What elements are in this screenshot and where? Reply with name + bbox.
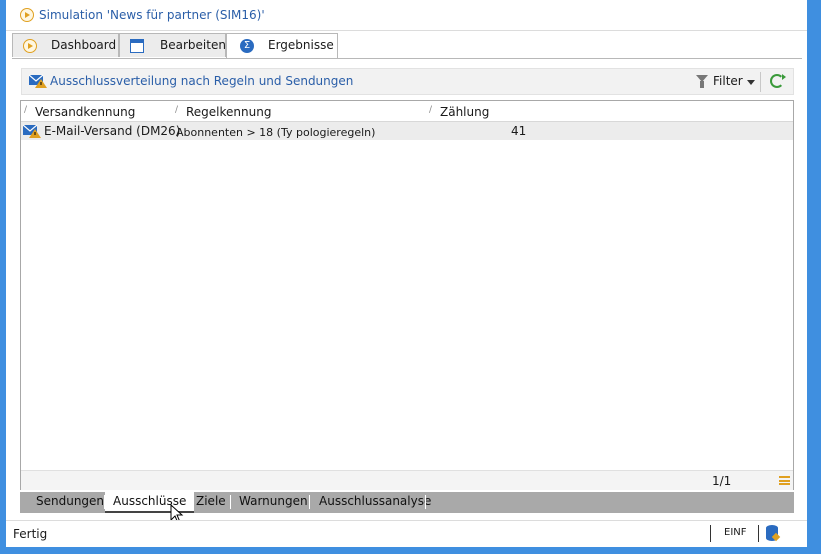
- cell-versandkennung: E-Mail-Versand (DM26): [44, 124, 181, 138]
- tab-sendungen[interactable]: Sendungen: [36, 492, 104, 511]
- tab-warnungen[interactable]: Warnungen: [239, 492, 308, 511]
- toolbar-divider: [760, 72, 761, 92]
- toolbar-title-link[interactable]: Ausschlussverteilung nach Regeln und Sen…: [50, 74, 353, 88]
- tab-divider: [425, 495, 426, 509]
- insert-mode-indicator: EINF: [724, 527, 747, 538]
- database-icon[interactable]: [766, 525, 778, 541]
- filter-icon[interactable]: [696, 75, 708, 88]
- play-icon: [23, 39, 37, 53]
- grid-header: ∕ Versandkennung ∕ Regelkennung ∕ Zählun…: [21, 101, 793, 122]
- tab-label: Ergebnisse: [268, 38, 334, 52]
- page-indicator: 1/1: [712, 474, 732, 488]
- results-grid: ∕ Versandkennung ∕ Regelkennung ∕ Zählun…: [20, 100, 794, 490]
- tab-dashboard[interactable]: Dashboard: [12, 33, 119, 57]
- tab-divider: [309, 495, 310, 509]
- mail-warning-icon: [23, 124, 41, 138]
- tab-divider: [188, 495, 189, 509]
- mail-warning-icon: [29, 74, 47, 88]
- status-bar: Fertig EINF: [6, 520, 807, 547]
- tab-ergebnisse[interactable]: Σ Ergebnisse: [226, 33, 338, 59]
- window-frame-left: [0, 0, 6, 554]
- tab-divider: [230, 495, 231, 509]
- window-frame-right: [807, 0, 821, 554]
- tab-ausschlussanalyse[interactable]: Ausschlussanalyse: [319, 492, 431, 511]
- bottom-tab-strip: Sendungen Ausschlüsse Ziele Warnungen Au…: [20, 492, 794, 513]
- edit-window-icon: [130, 39, 144, 53]
- chevron-down-icon[interactable]: [747, 80, 755, 85]
- filter-button[interactable]: Filter: [713, 74, 743, 88]
- tab-label: Dashboard: [51, 38, 117, 52]
- sort-icon: ∕: [175, 105, 179, 115]
- results-toolbar: Ausschlussverteilung nach Regeln und Sen…: [21, 68, 794, 95]
- status-divider: [710, 525, 711, 542]
- status-divider: [758, 525, 759, 542]
- column-header-zaehlung[interactable]: Zählung: [440, 105, 489, 119]
- cell-zaehlung: 41: [511, 124, 527, 138]
- refresh-icon[interactable]: [770, 74, 786, 88]
- sigma-icon: Σ: [240, 39, 254, 53]
- table-row[interactable]: E-Mail-Versand (DM26) Abonnenten > 18 (T…: [21, 122, 793, 140]
- sort-icon: ∕: [429, 105, 433, 115]
- tab-label: Bearbeiten: [160, 38, 226, 52]
- title-bar: Simulation 'News für partner (SIM16)': [6, 0, 807, 31]
- window-frame-bottom: [0, 546, 821, 554]
- tab-bearbeiten[interactable]: Bearbeiten: [119, 33, 226, 57]
- column-header-regelkennung[interactable]: Regelkennung: [186, 105, 271, 119]
- play-icon: [20, 8, 34, 22]
- column-header-versandkennung[interactable]: Versandkennung: [35, 105, 135, 119]
- window-title: Simulation 'News für partner (SIM16)': [39, 8, 265, 22]
- grid-footer: 1/1: [21, 470, 793, 490]
- cell-regelkennung: Abonnenten > 18 (Ty pologieregeln): [176, 126, 376, 139]
- status-text: Fertig: [13, 527, 48, 541]
- sort-icon: ∕: [24, 105, 28, 115]
- list-menu-icon[interactable]: [779, 476, 790, 485]
- tab-ziele[interactable]: Ziele: [196, 492, 226, 511]
